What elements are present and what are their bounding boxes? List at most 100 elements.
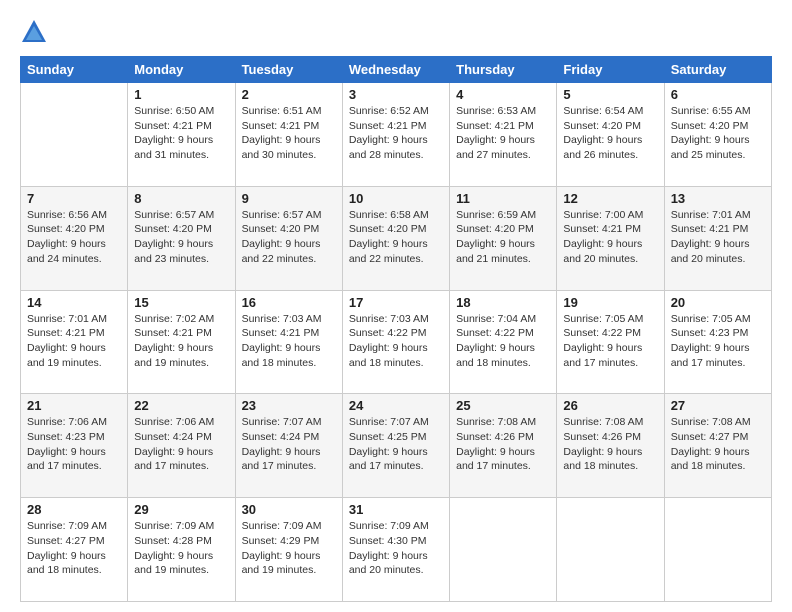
day-number: 28 xyxy=(27,502,121,517)
day-number: 12 xyxy=(563,191,657,206)
week-row-1: 1 Sunrise: 6:50 AM Sunset: 4:21 PM Daylig… xyxy=(21,83,772,187)
day-info: Sunrise: 6:51 AM Sunset: 4:21 PM Dayligh… xyxy=(242,104,336,163)
day-info: Sunrise: 6:53 AM Sunset: 4:21 PM Dayligh… xyxy=(456,104,550,163)
weekday-header-wednesday: Wednesday xyxy=(342,57,449,83)
day-info: Sunrise: 7:08 AM Sunset: 4:26 PM Dayligh… xyxy=(563,415,657,474)
day-cell: 14 Sunrise: 7:01 AM Sunset: 4:21 PM Dayli… xyxy=(21,290,128,394)
week-row-2: 7 Sunrise: 6:56 AM Sunset: 4:20 PM Daylig… xyxy=(21,186,772,290)
day-cell: 23 Sunrise: 7:07 AM Sunset: 4:24 PM Dayli… xyxy=(235,394,342,498)
day-cell xyxy=(450,498,557,602)
day-number: 10 xyxy=(349,191,443,206)
day-cell: 15 Sunrise: 7:02 AM Sunset: 4:21 PM Dayli… xyxy=(128,290,235,394)
day-info: Sunrise: 7:03 AM Sunset: 4:21 PM Dayligh… xyxy=(242,312,336,371)
day-cell xyxy=(21,83,128,187)
day-info: Sunrise: 7:09 AM Sunset: 4:28 PM Dayligh… xyxy=(134,519,228,578)
day-info: Sunrise: 7:01 AM Sunset: 4:21 PM Dayligh… xyxy=(27,312,121,371)
day-cell: 25 Sunrise: 7:08 AM Sunset: 4:26 PM Dayli… xyxy=(450,394,557,498)
day-info: Sunrise: 6:59 AM Sunset: 4:20 PM Dayligh… xyxy=(456,208,550,267)
day-number: 30 xyxy=(242,502,336,517)
weekday-header-saturday: Saturday xyxy=(664,57,771,83)
day-number: 16 xyxy=(242,295,336,310)
logo-icon xyxy=(20,18,48,46)
weekday-header-thursday: Thursday xyxy=(450,57,557,83)
weekday-header-friday: Friday xyxy=(557,57,664,83)
day-info: Sunrise: 7:00 AM Sunset: 4:21 PM Dayligh… xyxy=(563,208,657,267)
day-cell xyxy=(664,498,771,602)
day-cell: 30 Sunrise: 7:09 AM Sunset: 4:29 PM Dayli… xyxy=(235,498,342,602)
day-cell xyxy=(557,498,664,602)
day-info: Sunrise: 7:01 AM Sunset: 4:21 PM Dayligh… xyxy=(671,208,765,267)
day-number: 6 xyxy=(671,87,765,102)
weekday-header-row: SundayMondayTuesdayWednesdayThursdayFrid… xyxy=(21,57,772,83)
day-info: Sunrise: 7:08 AM Sunset: 4:27 PM Dayligh… xyxy=(671,415,765,474)
day-info: Sunrise: 7:04 AM Sunset: 4:22 PM Dayligh… xyxy=(456,312,550,371)
day-number: 5 xyxy=(563,87,657,102)
day-cell: 27 Sunrise: 7:08 AM Sunset: 4:27 PM Dayli… xyxy=(664,394,771,498)
day-number: 9 xyxy=(242,191,336,206)
day-number: 13 xyxy=(671,191,765,206)
day-number: 31 xyxy=(349,502,443,517)
day-info: Sunrise: 7:06 AM Sunset: 4:24 PM Dayligh… xyxy=(134,415,228,474)
day-cell: 12 Sunrise: 7:00 AM Sunset: 4:21 PM Dayli… xyxy=(557,186,664,290)
day-info: Sunrise: 7:05 AM Sunset: 4:23 PM Dayligh… xyxy=(671,312,765,371)
day-number: 17 xyxy=(349,295,443,310)
week-row-4: 21 Sunrise: 7:06 AM Sunset: 4:23 PM Dayli… xyxy=(21,394,772,498)
day-info: Sunrise: 6:57 AM Sunset: 4:20 PM Dayligh… xyxy=(134,208,228,267)
day-info: Sunrise: 7:06 AM Sunset: 4:23 PM Dayligh… xyxy=(27,415,121,474)
day-info: Sunrise: 7:02 AM Sunset: 4:21 PM Dayligh… xyxy=(134,312,228,371)
day-number: 21 xyxy=(27,398,121,413)
day-number: 22 xyxy=(134,398,228,413)
day-cell: 1 Sunrise: 6:50 AM Sunset: 4:21 PM Daylig… xyxy=(128,83,235,187)
day-cell: 4 Sunrise: 6:53 AM Sunset: 4:21 PM Daylig… xyxy=(450,83,557,187)
week-row-5: 28Sunrise: 7:09 AM Sunset: 4:27 PM Dayli… xyxy=(21,498,772,602)
week-row-3: 14 Sunrise: 7:01 AM Sunset: 4:21 PM Dayli… xyxy=(21,290,772,394)
day-cell: 21 Sunrise: 7:06 AM Sunset: 4:23 PM Dayli… xyxy=(21,394,128,498)
day-info: Sunrise: 6:57 AM Sunset: 4:20 PM Dayligh… xyxy=(242,208,336,267)
day-cell: 3Sunrise: 6:52 AM Sunset: 4:21 PM Daylig… xyxy=(342,83,449,187)
header xyxy=(20,18,772,46)
day-cell: 8 Sunrise: 6:57 AM Sunset: 4:20 PM Daylig… xyxy=(128,186,235,290)
day-info: Sunrise: 7:09 AM Sunset: 4:30 PM Dayligh… xyxy=(349,519,443,578)
day-info: Sunrise: 7:03 AM Sunset: 4:22 PM Dayligh… xyxy=(349,312,443,371)
day-number: 29 xyxy=(134,502,228,517)
day-number: 18 xyxy=(456,295,550,310)
day-cell: 7 Sunrise: 6:56 AM Sunset: 4:20 PM Daylig… xyxy=(21,186,128,290)
day-cell: 22 Sunrise: 7:06 AM Sunset: 4:24 PM Dayli… xyxy=(128,394,235,498)
day-number: 8 xyxy=(134,191,228,206)
day-number: 25 xyxy=(456,398,550,413)
day-cell: 9 Sunrise: 6:57 AM Sunset: 4:20 PM Daylig… xyxy=(235,186,342,290)
day-number: 1 xyxy=(134,87,228,102)
day-cell: 24 Sunrise: 7:07 AM Sunset: 4:25 PM Dayli… xyxy=(342,394,449,498)
day-number: 24 xyxy=(349,398,443,413)
day-number: 20 xyxy=(671,295,765,310)
day-info: Sunrise: 7:05 AM Sunset: 4:22 PM Dayligh… xyxy=(563,312,657,371)
day-info: Sunrise: 7:07 AM Sunset: 4:25 PM Dayligh… xyxy=(349,415,443,474)
day-cell: 20 Sunrise: 7:05 AM Sunset: 4:23 PM Dayli… xyxy=(664,290,771,394)
day-info: Sunrise: 6:56 AM Sunset: 4:20 PM Dayligh… xyxy=(27,208,121,267)
day-info: Sunrise: 7:08 AM Sunset: 4:26 PM Dayligh… xyxy=(456,415,550,474)
day-info: Sunrise: 7:09 AM Sunset: 4:29 PM Dayligh… xyxy=(242,519,336,578)
day-cell: 16 Sunrise: 7:03 AM Sunset: 4:21 PM Dayli… xyxy=(235,290,342,394)
day-info: Sunrise: 7:07 AM Sunset: 4:24 PM Dayligh… xyxy=(242,415,336,474)
day-number: 4 xyxy=(456,87,550,102)
day-cell: 31 Sunrise: 7:09 AM Sunset: 4:30 PM Dayli… xyxy=(342,498,449,602)
day-cell: 17 Sunrise: 7:03 AM Sunset: 4:22 PM Dayli… xyxy=(342,290,449,394)
day-number: 7 xyxy=(27,191,121,206)
day-cell: 6Sunrise: 6:55 AM Sunset: 4:20 PM Daylig… xyxy=(664,83,771,187)
day-number: 14 xyxy=(27,295,121,310)
day-cell: 19 Sunrise: 7:05 AM Sunset: 4:22 PM Dayli… xyxy=(557,290,664,394)
day-number: 26 xyxy=(563,398,657,413)
day-cell: 2Sunrise: 6:51 AM Sunset: 4:21 PM Daylig… xyxy=(235,83,342,187)
calendar-table: SundayMondayTuesdayWednesdayThursdayFrid… xyxy=(20,56,772,602)
day-cell: 13 Sunrise: 7:01 AM Sunset: 4:21 PM Dayli… xyxy=(664,186,771,290)
weekday-header-sunday: Sunday xyxy=(21,57,128,83)
weekday-header-monday: Monday xyxy=(128,57,235,83)
day-number: 15 xyxy=(134,295,228,310)
logo xyxy=(20,18,52,46)
day-number: 27 xyxy=(671,398,765,413)
day-cell: 10Sunrise: 6:58 AM Sunset: 4:20 PM Dayli… xyxy=(342,186,449,290)
day-number: 19 xyxy=(563,295,657,310)
day-number: 23 xyxy=(242,398,336,413)
day-info: Sunrise: 6:50 AM Sunset: 4:21 PM Dayligh… xyxy=(134,104,228,163)
day-cell: 11Sunrise: 6:59 AM Sunset: 4:20 PM Dayli… xyxy=(450,186,557,290)
